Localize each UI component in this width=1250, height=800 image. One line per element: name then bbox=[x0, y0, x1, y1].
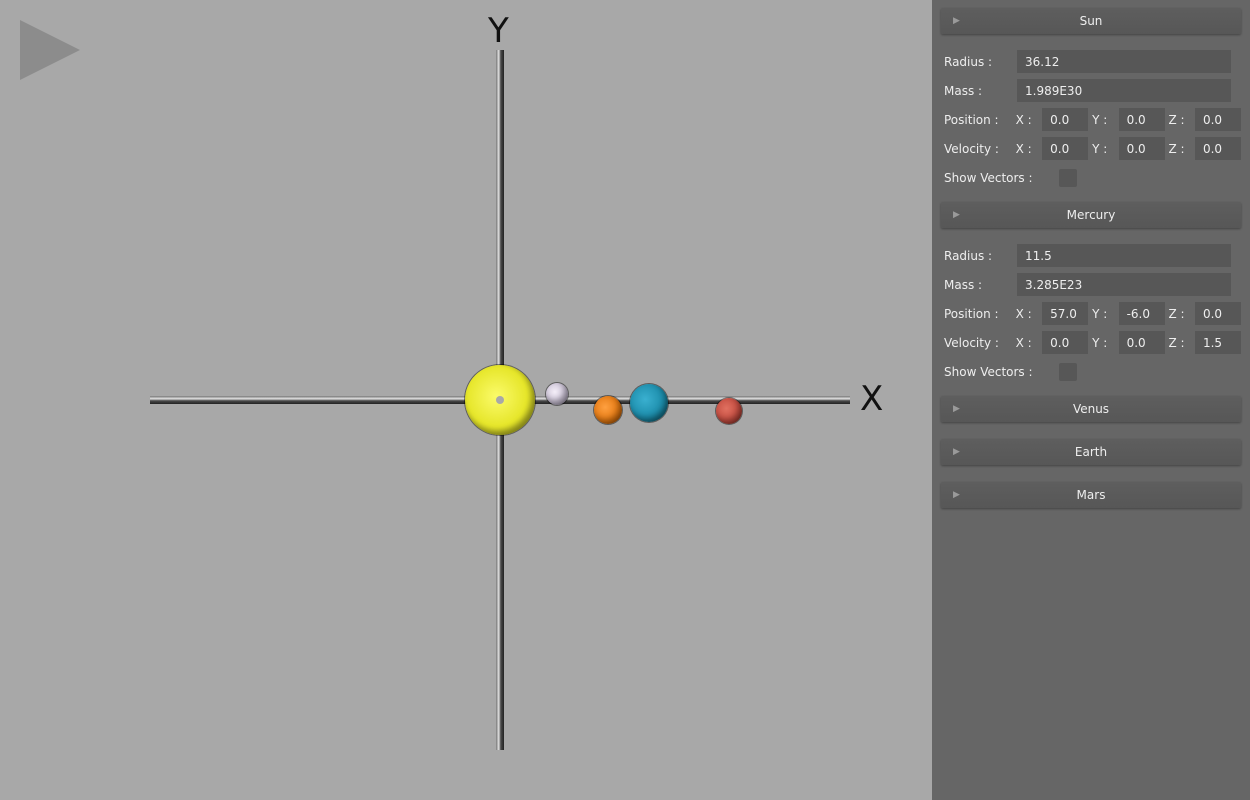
sun-show-vectors-checkbox[interactable] bbox=[1058, 168, 1077, 187]
mass-row: Mass : bbox=[944, 76, 1241, 105]
position-row: Position : X : Y : Z : bbox=[944, 299, 1241, 328]
venus-section-title: Venus bbox=[1072, 402, 1110, 416]
show-vectors-label: Show Vectors : bbox=[944, 364, 1033, 379]
expand-arrow-icon: ▶ bbox=[953, 210, 960, 220]
mars-section: ▶ Mars bbox=[941, 482, 1241, 508]
z-coord-label: Z : bbox=[1168, 112, 1185, 127]
x-coord-label: X : bbox=[1015, 335, 1032, 350]
z-coord-label: Z : bbox=[1168, 335, 1185, 350]
mercury-velocity-z-field[interactable] bbox=[1194, 331, 1241, 354]
mass-row: Mass : bbox=[944, 270, 1241, 299]
y-coord-label: Y : bbox=[1092, 112, 1108, 127]
radius-row: Radius : bbox=[944, 47, 1241, 76]
velocity-row: Velocity : X : Y : Z : bbox=[944, 328, 1241, 357]
y-axis-label: Y bbox=[488, 11, 509, 51]
sun-position-x-field[interactable] bbox=[1042, 108, 1089, 131]
sun-velocity-z-field[interactable] bbox=[1194, 137, 1241, 160]
radius-row: Radius : bbox=[944, 241, 1241, 270]
sun-position-y-field[interactable] bbox=[1118, 108, 1165, 131]
velocity-row: Velocity : X : Y : Z : bbox=[944, 134, 1241, 163]
simulation-viewport[interactable]: Y X bbox=[0, 0, 932, 800]
radius-label: Radius : bbox=[944, 54, 993, 69]
mercury-velocity-y-field[interactable] bbox=[1118, 331, 1165, 354]
z-coord-label: Z : bbox=[1168, 306, 1185, 321]
show-vectors-row: Show Vectors : bbox=[944, 357, 1241, 386]
expand-arrow-icon: ▶ bbox=[953, 16, 960, 26]
x-coord-label: X : bbox=[1015, 306, 1032, 321]
mercury-radius-field[interactable] bbox=[1017, 244, 1231, 267]
position-label: Position : bbox=[944, 112, 999, 127]
sun-section-body: Radius : Mass : Position : X : Y : Z : V… bbox=[941, 34, 1241, 194]
expand-arrow-icon: ▶ bbox=[953, 447, 960, 457]
venus-section: ▶ Venus bbox=[941, 396, 1241, 422]
mars-sphere[interactable] bbox=[716, 398, 742, 424]
mercury-position-z-field[interactable] bbox=[1194, 302, 1241, 325]
mercury-section-body: Radius : Mass : Position : X : Y : Z : V… bbox=[941, 228, 1241, 388]
x-coord-label: X : bbox=[1015, 141, 1032, 156]
mercury-section-header[interactable]: ▶ Mercury bbox=[941, 202, 1241, 228]
mercury-velocity-x-field[interactable] bbox=[1042, 331, 1089, 354]
earth-section: ▶ Earth bbox=[941, 439, 1241, 465]
velocity-label: Velocity : bbox=[944, 141, 999, 156]
sun-position-z-field[interactable] bbox=[1194, 108, 1241, 131]
mass-label: Mass : bbox=[944, 83, 983, 98]
earth-section-title: Earth bbox=[1074, 445, 1108, 459]
mass-label: Mass : bbox=[944, 277, 983, 292]
show-vectors-label: Show Vectors : bbox=[944, 170, 1033, 185]
sun-section: ▶ Sun Radius : Mass : Position : X : Y :… bbox=[941, 8, 1241, 194]
mars-section-header[interactable]: ▶ Mars bbox=[941, 482, 1241, 508]
z-coord-label: Z : bbox=[1168, 141, 1185, 156]
sun-center-dot bbox=[496, 396, 504, 404]
earth-sphere[interactable] bbox=[630, 384, 668, 422]
position-row: Position : X : Y : Z : bbox=[944, 105, 1241, 134]
y-coord-label: Y : bbox=[1092, 141, 1108, 156]
x-coord-label: X : bbox=[1015, 112, 1032, 127]
show-vectors-row: Show Vectors : bbox=[944, 163, 1241, 192]
mercury-position-x-field[interactable] bbox=[1042, 302, 1089, 325]
expand-arrow-icon: ▶ bbox=[953, 404, 960, 414]
properties-panel: ▶ Sun Radius : Mass : Position : X : Y :… bbox=[932, 0, 1250, 800]
sun-radius-field[interactable] bbox=[1017, 50, 1231, 73]
venus-section-header[interactable]: ▶ Venus bbox=[941, 396, 1241, 422]
radius-label: Radius : bbox=[944, 248, 993, 263]
mars-section-title: Mars bbox=[1076, 488, 1106, 502]
sun-velocity-x-field[interactable] bbox=[1042, 137, 1089, 160]
y-coord-label: Y : bbox=[1092, 306, 1108, 321]
mercury-sphere[interactable] bbox=[546, 383, 568, 405]
venus-sphere[interactable] bbox=[594, 396, 622, 424]
y-coord-label: Y : bbox=[1092, 335, 1108, 350]
mercury-section: ▶ Mercury Radius : Mass : Position : X :… bbox=[941, 202, 1241, 388]
mercury-mass-field[interactable] bbox=[1017, 273, 1231, 296]
sun-mass-field[interactable] bbox=[1017, 79, 1231, 102]
x-axis-label: X bbox=[860, 379, 884, 419]
mercury-show-vectors-checkbox[interactable] bbox=[1058, 362, 1077, 381]
play-icon[interactable] bbox=[20, 20, 80, 80]
expand-arrow-icon: ▶ bbox=[953, 490, 960, 500]
position-label: Position : bbox=[944, 306, 999, 321]
mercury-section-title: Mercury bbox=[1066, 208, 1116, 222]
sun-section-header[interactable]: ▶ Sun bbox=[941, 8, 1241, 34]
earth-section-header[interactable]: ▶ Earth bbox=[941, 439, 1241, 465]
mercury-position-y-field[interactable] bbox=[1118, 302, 1165, 325]
sun-section-title: Sun bbox=[1079, 14, 1103, 28]
sun-velocity-y-field[interactable] bbox=[1118, 137, 1165, 160]
velocity-label: Velocity : bbox=[944, 335, 999, 350]
